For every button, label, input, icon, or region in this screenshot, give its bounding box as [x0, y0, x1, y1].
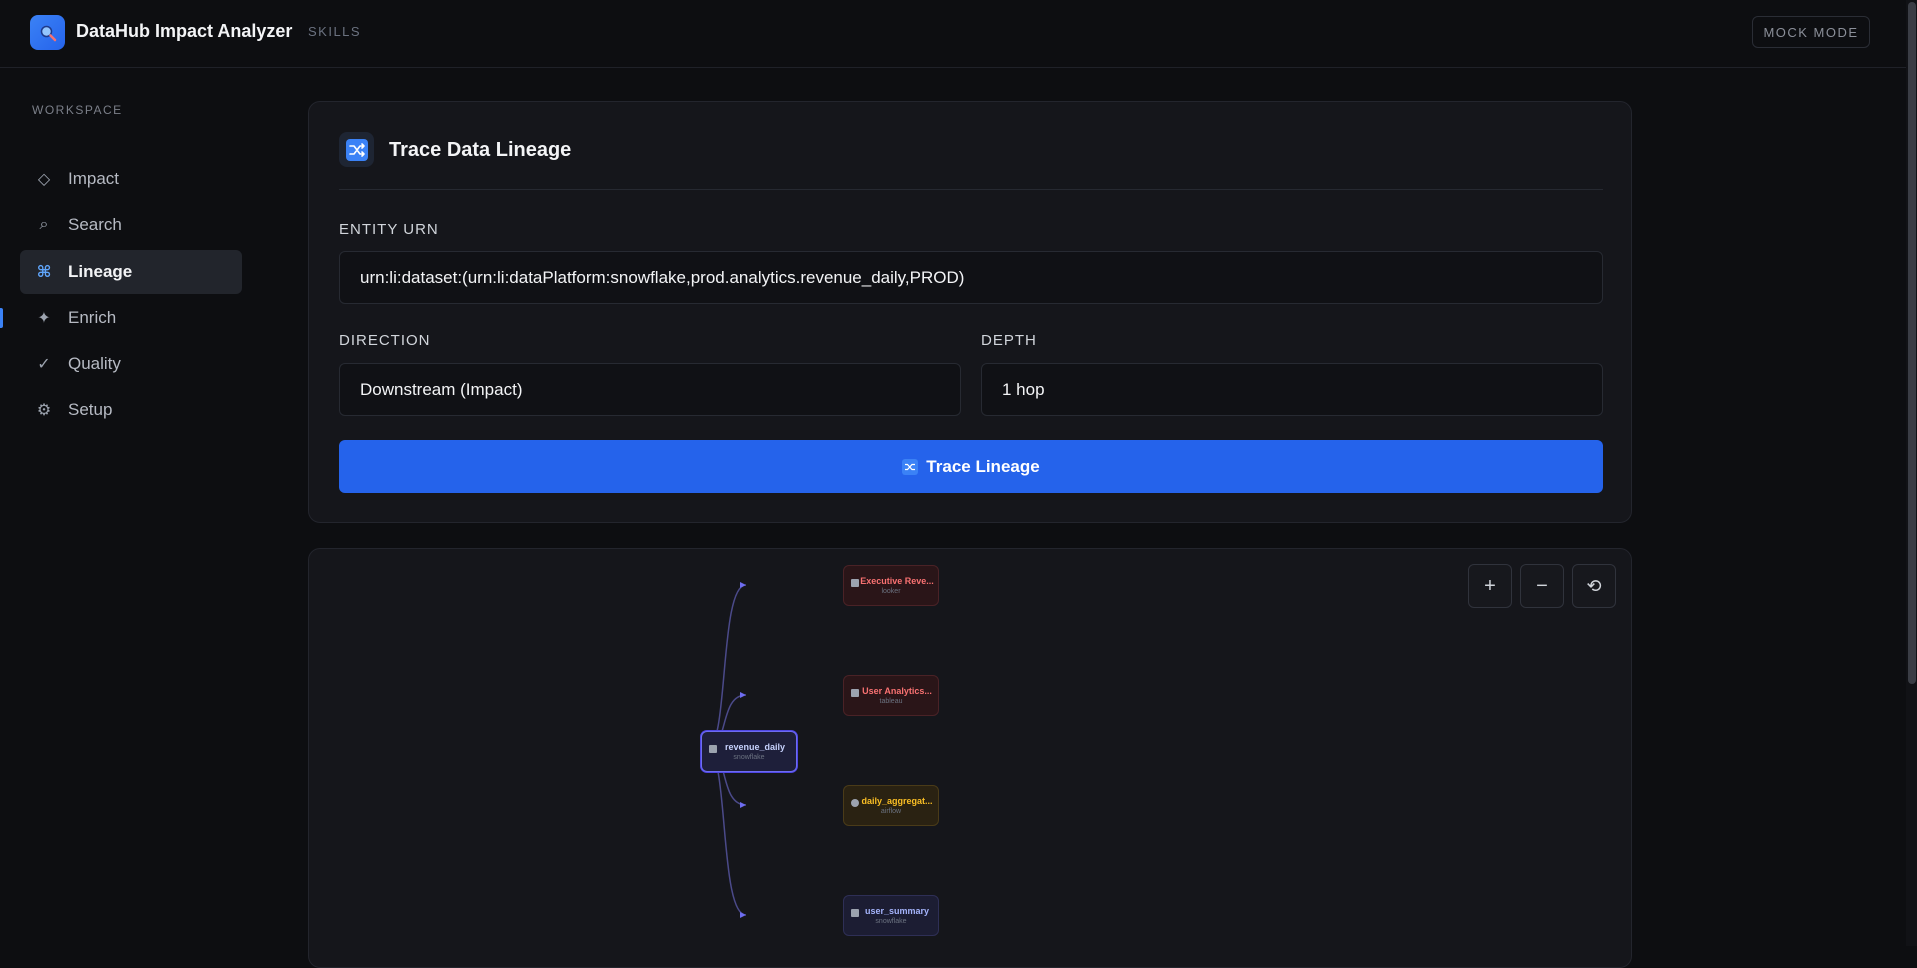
card-title: Trace Data Lineage	[389, 139, 572, 161]
sidebar-section-label: WORKSPACE	[32, 103, 123, 117]
node-title: daily_aggregat...	[861, 796, 933, 806]
node-platform: snowflake	[733, 754, 765, 761]
scrollbar-thumb[interactable]	[1908, 2, 1916, 684]
page-scrollbar[interactable]	[1906, 0, 1917, 946]
urn-input[interactable]: urn:li:dataset:(urn:li:dataPlatform:snow…	[339, 251, 1603, 304]
shuffle-icon	[339, 132, 374, 167]
diamond-icon: ◇	[37, 171, 51, 188]
depth-label: DEPTH	[981, 332, 1037, 349]
urn-label: ENTITY URN	[339, 221, 439, 238]
zoom-out-button[interactable]: −	[1520, 564, 1564, 608]
node-title: User Analytics...	[862, 686, 932, 696]
trace-lineage-card: Trace Data Lineage ENTITY URN urn:li:dat…	[308, 101, 1632, 523]
dataset-icon	[709, 745, 717, 753]
node-child[interactable]: User Analytics... tableau	[843, 675, 939, 716]
sidebar-item-quality[interactable]: ✓ Quality	[20, 342, 242, 386]
job-icon	[851, 799, 859, 807]
lineage-edges	[706, 582, 747, 918]
gear-icon: ⚙	[36, 402, 52, 419]
active-indicator	[0, 308, 3, 328]
edge-user-summary	[706, 748, 747, 916]
lineage-graph[interactable]: revenue_daily snowflake Executive Reve..…	[308, 548, 1632, 968]
node-title: Executive Reve...	[860, 576, 934, 586]
sidebar-item-search[interactable]: ⌕ Search	[20, 203, 242, 247]
trace-lineage-label: Trace Lineage	[926, 456, 1040, 476]
top-bar: DataHub Impact Analyzer SKILLS MOCK MODE	[0, 0, 1906, 68]
node-child[interactable]: daily_aggregat... airflow	[843, 785, 939, 826]
search-icon: ⌕	[39, 216, 49, 233]
depth-select[interactable]: 1 hop	[981, 363, 1603, 416]
mock-mode-button[interactable]: MOCK MODE	[1752, 16, 1870, 48]
edge-executive-revenue	[706, 584, 747, 750]
dashboard-icon	[851, 579, 859, 587]
sidebar: WORKSPACE ◇ Impact ⌕ Search ⌘ Lineage ✦ …	[0, 69, 260, 946]
command-icon: ⌘	[36, 264, 52, 281]
sidebar-item-label: Search	[68, 215, 122, 234]
magnifier-icon	[40, 25, 56, 41]
dataset-icon	[851, 909, 859, 917]
app-title: DataHub Impact Analyzer	[76, 21, 293, 41]
node-root[interactable]: revenue_daily snowflake	[701, 731, 797, 772]
direction-label: DIRECTION	[339, 332, 431, 349]
node-title: revenue_daily	[724, 742, 786, 752]
sidebar-item-impact[interactable]: ◇ Impact	[20, 157, 242, 201]
sidebar-item-label: Setup	[68, 400, 113, 419]
trace-lineage-button[interactable]: Trace Lineage	[339, 440, 1603, 493]
check-icon: ✓	[37, 356, 51, 373]
sidebar-item-lineage[interactable]: ⌘ Lineage	[20, 250, 242, 294]
node-platform: airflow	[880, 808, 902, 815]
app-logo	[30, 15, 65, 50]
sidebar-item-label: Enrich	[68, 308, 117, 327]
app-subtitle: SKILLS	[308, 24, 362, 39]
node-platform: snowflake	[875, 918, 907, 925]
direction-select[interactable]: Downstream (Impact)	[339, 363, 961, 416]
sidebar-item-label: Quality	[68, 354, 121, 373]
dashboard-icon	[851, 689, 859, 697]
reset-view-button[interactable]: ⟲	[1572, 564, 1616, 608]
node-title: user_summary	[864, 906, 930, 916]
node-child[interactable]: user_summary snowflake	[843, 895, 939, 936]
divider	[339, 189, 1603, 190]
sidebar-item-label: Lineage	[68, 262, 133, 281]
shuffle-icon	[902, 458, 919, 475]
sparkle-icon: ✦	[37, 310, 51, 327]
node-platform: tableau	[879, 698, 903, 705]
node-child[interactable]: Executive Reve... looker	[843, 565, 939, 606]
node-platform: looker	[881, 588, 901, 595]
sidebar-item-setup[interactable]: ⚙ Setup	[20, 388, 242, 432]
sidebar-item-enrich[interactable]: ✦ Enrich	[20, 296, 242, 340]
sidebar-item-label: Impact	[68, 169, 120, 188]
zoom-in-button[interactable]: +	[1468, 564, 1512, 608]
